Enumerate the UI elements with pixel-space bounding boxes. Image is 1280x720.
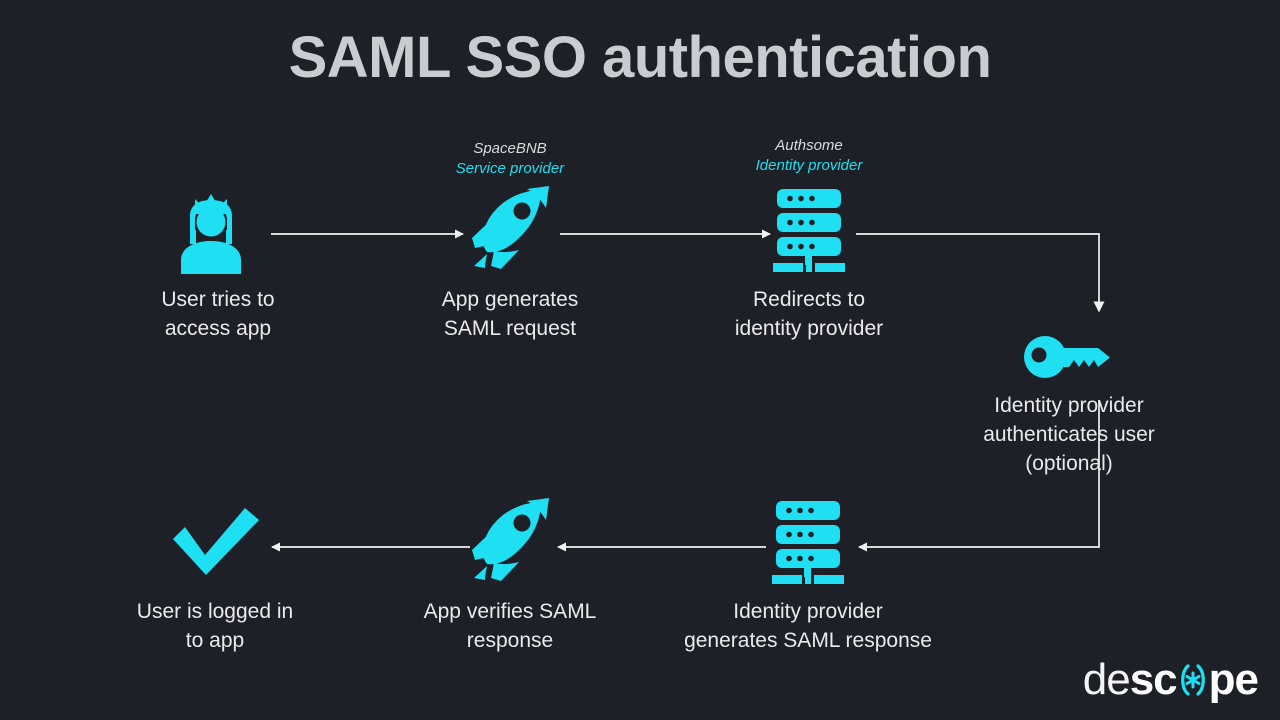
icon-container <box>658 492 958 592</box>
descope-logo: de sc pe <box>1082 655 1259 704</box>
step-app-verifies-response: App verifies SAML response <box>390 492 630 656</box>
icon-container <box>390 492 630 592</box>
step-user-access: User tries to access app <box>98 180 338 344</box>
icon-container <box>689 180 929 280</box>
step-caption: User is logged in to app <box>136 600 294 652</box>
icon-container <box>95 492 335 592</box>
step-caption: Identity provider authenticates user (op… <box>983 394 1155 475</box>
step-user-logged-in: User is logged in to app <box>95 492 335 656</box>
diagram-canvas: SAML SSO authentication SpaceBNB Service… <box>0 0 1280 720</box>
party-name: SpaceBNB <box>473 140 547 157</box>
page-title: SAML SSO authentication <box>288 25 992 90</box>
party-label-identity-provider: Authsome Identity provider <box>689 136 929 177</box>
rocket-icon <box>472 186 549 269</box>
icon-container <box>98 180 338 280</box>
step-caption: Redirects to identity provider <box>734 288 884 340</box>
icon-container <box>390 180 630 280</box>
key-icon <box>1024 336 1110 378</box>
logo-text-pe: pe <box>1208 655 1259 704</box>
party-name: Authsome <box>775 137 843 154</box>
check-icon <box>173 508 259 575</box>
step-caption: App verifies SAML response <box>423 600 597 652</box>
party-label-service-provider: SpaceBNB Service provider <box>390 139 630 180</box>
logo-text-sc: sc <box>1129 655 1178 704</box>
step-idp-authenticates: Identity provider authenticates user (op… <box>949 328 1189 478</box>
server-icon <box>773 189 845 272</box>
server-icon <box>772 501 844 584</box>
logo-text-de: de <box>1082 655 1131 704</box>
step-redirect-to-idp: Redirects to identity provider <box>689 180 929 344</box>
step-caption: App generates SAML request <box>441 288 579 340</box>
step-idp-generates-response: Identity provider generates SAML respons… <box>658 492 958 656</box>
logo-asterisk-mark-icon <box>1177 658 1209 702</box>
party-role: Identity provider <box>755 157 863 175</box>
step-caption: User tries to access app <box>161 288 275 340</box>
user-crown-icon <box>181 194 241 274</box>
step-caption: Identity provider generates SAML respons… <box>684 600 932 652</box>
icon-container <box>949 328 1189 386</box>
party-role: Service provider <box>455 160 565 178</box>
step-app-generates-request: App generates SAML request <box>390 180 630 344</box>
rocket-icon <box>472 498 549 581</box>
